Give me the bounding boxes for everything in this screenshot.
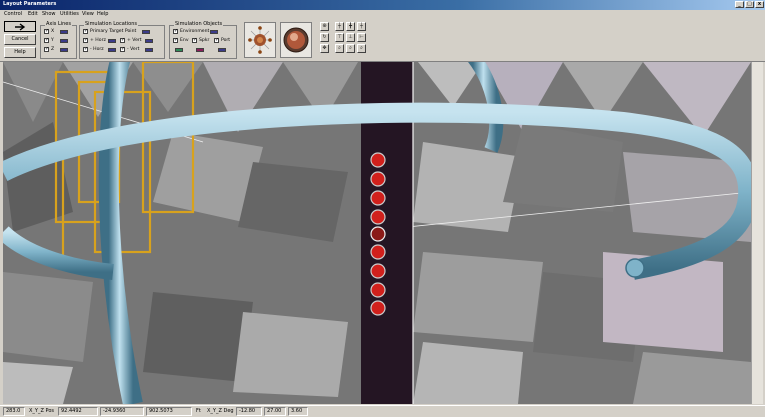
3d-viewport[interactable] [3,62,751,404]
env-checkbox[interactable]: ✓ [173,38,178,43]
status-field-1: 283.0 [3,407,25,416]
axis-lines-title: Axis Lines [45,21,72,27]
axes-xy-icon[interactable]: ╋ [346,22,355,31]
magnify-out-icon[interactable]: ⌕ [346,44,355,53]
axis-x-label: X [51,29,55,34]
speaker-9 [370,300,386,316]
status-bar: 283.0 X_Y_Z Pos 92.4492 -24.9360 902.507… [0,405,765,417]
cancel-button[interactable]: Cancel [4,34,36,45]
z-pos-field: 902.5073 [146,407,192,416]
speaker-6 [370,244,386,260]
plus-vert-label: + Vert [127,38,142,43]
port-color[interactable] [218,48,226,52]
spkr-checkbox[interactable]: ✓ [192,38,197,43]
vertical-scrollbar[interactable] [751,62,763,404]
view-top-icon[interactable]: ⊤ [335,33,344,42]
menu-show[interactable]: Show [42,11,56,17]
spkr-label: Spkr [199,38,210,43]
close-button[interactable]: x [755,1,764,8]
loudspeaker-preview[interactable] [280,22,312,58]
simulation-locations-title: Simulation Locations [84,21,138,27]
environment-label: Environment [180,29,210,34]
spkr-color[interactable] [196,48,204,52]
environment-checkbox[interactable]: ✓ [173,29,178,34]
z-deg-field: 3.60 [288,407,308,416]
axis-z-color[interactable] [60,48,68,52]
y-pos-field: -24.9360 [100,407,144,416]
speaker-7 [370,263,386,279]
x-pos-field: 92.4492 [58,407,98,416]
ring-end-cap [625,258,645,278]
maximize-button[interactable]: □ [745,1,754,8]
axes-cross-icon[interactable]: ┼ [335,22,344,31]
minimize-button[interactable]: _ [735,1,744,8]
minus-vert-checkbox[interactable]: ✓ [120,47,125,52]
view-front-icon[interactable]: ⊥ [346,33,355,42]
port-checkbox[interactable]: ✓ [214,38,219,43]
ok-button[interactable] [4,21,36,32]
axis-z-checkbox[interactable]: ✓ [44,47,49,52]
minus-vert-label: - Vert [127,47,140,52]
rotate-icon[interactable]: ↻ [320,33,329,42]
speaker-4 [370,209,386,225]
env-color[interactable] [175,48,183,52]
axis-z-label: Z [51,47,55,52]
xyz-deg-label: X_Y_Z Deg [207,408,234,414]
speaker-array-preview[interactable] [244,22,276,58]
3d-scene [3,62,751,404]
help-button[interactable]: Help [4,47,36,58]
axis-x-checkbox[interactable]: ✓ [44,29,49,34]
magnify-icon[interactable]: ⌕ [335,44,344,53]
layout-parameters-window: Layout Parameters _ □ x Control Edit Sho… [0,0,765,417]
plus-vert-checkbox[interactable]: ✓ [120,38,125,43]
x-deg-field: -12.80 [236,407,262,416]
axis-x-color[interactable] [60,30,68,34]
menu-help[interactable]: Help [97,11,108,17]
port-label: Port [221,38,231,43]
plus-horz-label: + Horz [90,38,106,43]
menu-view[interactable]: View [82,11,94,17]
primary-target-checkbox[interactable]: ✓ [83,29,88,34]
zoom-in-icon[interactable]: ⊕ [320,22,329,31]
speaker-2 [370,171,386,187]
ok-arrow-icon [15,23,26,31]
simulation-objects-title: Simulation Objects [174,21,224,27]
plus-horz-color[interactable] [108,39,116,43]
toolbar: Cancel Help Axis Lines ✓ X ✓ Y ✓ Z Simul… [0,19,765,62]
minus-vert-color[interactable] [145,48,153,52]
menu-control[interactable]: Control [4,11,22,17]
menu-utilities[interactable]: Utilities [60,11,79,17]
axes-xz-icon[interactable]: ┼ [357,22,366,31]
window-title: Layout Parameters [3,1,57,7]
axis-y-label: Y [51,38,54,43]
plus-horz-checkbox[interactable]: ✓ [83,38,88,43]
env-label: Env [180,38,189,43]
loudspeaker-icon [283,27,309,53]
axis-y-color[interactable] [60,39,68,43]
speaker-array [370,152,386,316]
menu-bar: Control Edit Show Utilities View Help [0,10,765,19]
menu-edit[interactable]: Edit [28,11,38,17]
speaker-1 [370,152,386,168]
axis-y-checkbox[interactable]: ✓ [44,38,49,43]
title-bar: Layout Parameters _ □ x [0,0,765,10]
minus-horz-label: - Horz [90,47,104,52]
speaker-5 [370,226,386,242]
minus-horz-color[interactable] [108,48,116,52]
plus-vert-color[interactable] [145,39,153,43]
xyz-pos-label: X_Y_Z Pos [29,408,54,414]
speaker-8 [370,282,386,298]
speaker-3 [370,190,386,206]
speaker-array-icon [248,26,272,54]
unit-label: Ft [196,408,201,414]
environment-color[interactable] [210,30,218,34]
y-deg-field: 27.00 [264,407,286,416]
primary-target-label: Primary Target Point [90,29,137,34]
pan-icon[interactable]: ✥ [320,44,329,53]
magnify-reset-icon[interactable]: ⌕ [357,44,366,53]
primary-target-color[interactable] [142,30,150,34]
minus-horz-checkbox[interactable]: ✓ [83,47,88,52]
view-side-icon[interactable]: ⊢ [357,33,366,42]
